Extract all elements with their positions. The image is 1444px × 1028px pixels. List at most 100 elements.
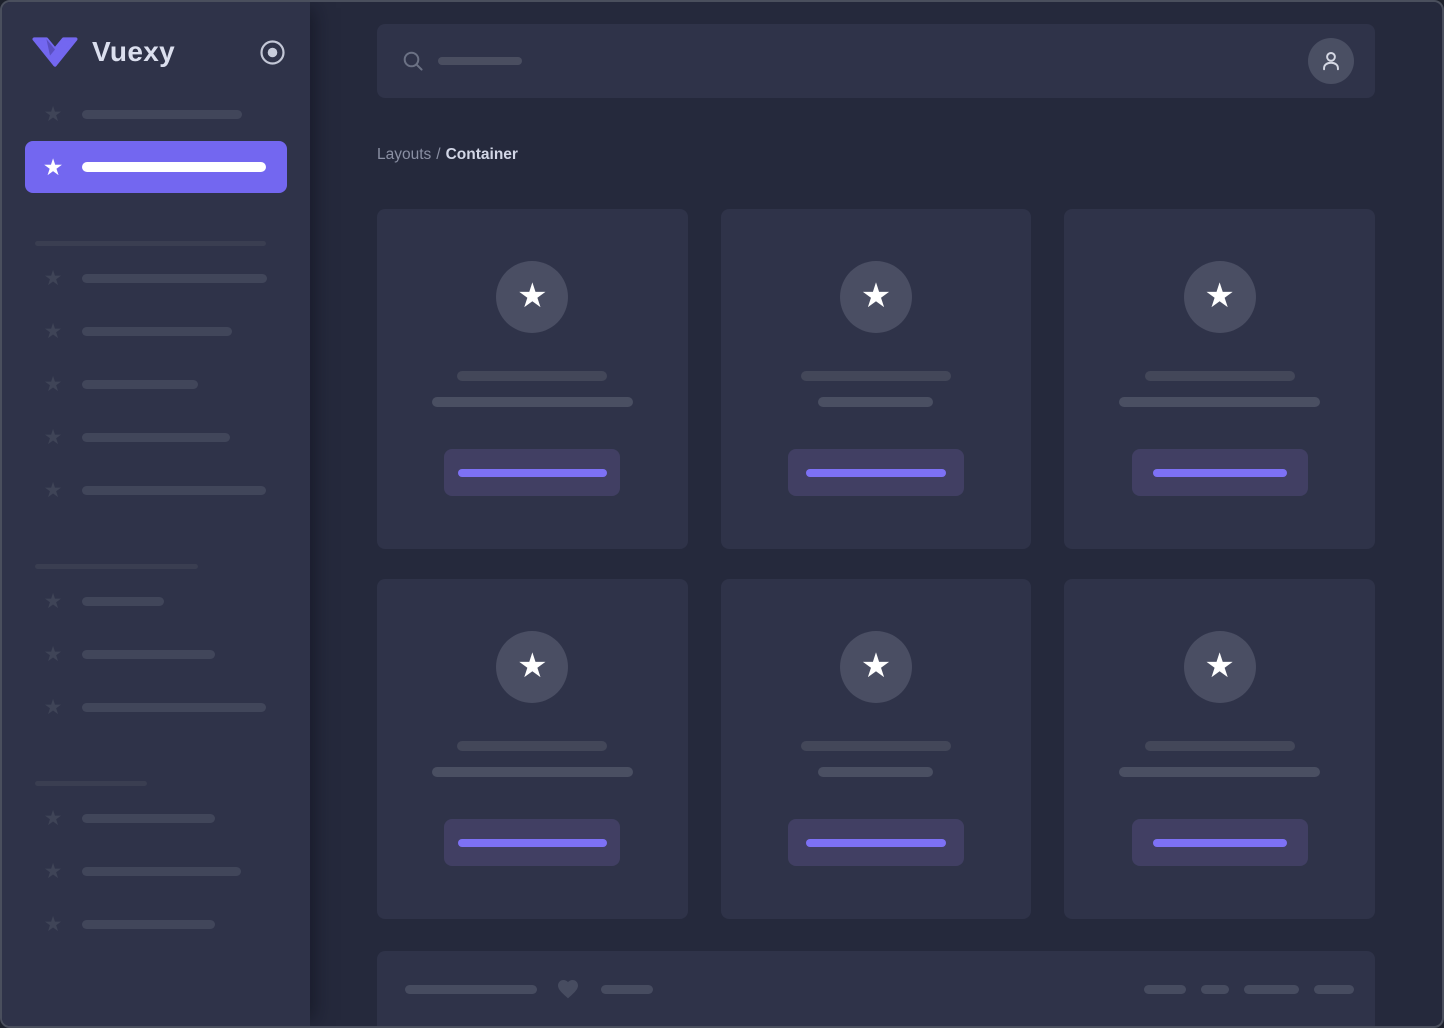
menu-label-skeleton xyxy=(82,866,241,876)
menu-label-skeleton xyxy=(82,109,242,119)
content-card: ★ xyxy=(720,209,1032,549)
card-subtitle-skeleton xyxy=(1119,397,1321,407)
card-title-skeleton xyxy=(1144,371,1295,381)
star-icon: ★ xyxy=(43,589,63,613)
content-card: ★ xyxy=(377,209,688,549)
sidebar-item[interactable]: ★ xyxy=(25,411,287,463)
menu-label-skeleton xyxy=(82,162,266,172)
sidebar-item[interactable]: ★ xyxy=(25,305,287,357)
search-placeholder-skeleton xyxy=(438,57,522,65)
card-avatar: ★ xyxy=(496,631,569,703)
brand-title: Vuexy xyxy=(92,36,175,67)
breadcrumb: Layouts / Container xyxy=(377,146,1375,164)
sidebar-item[interactable]: ★ xyxy=(25,252,287,304)
breadcrumb-separator: / xyxy=(436,146,441,163)
card-title-skeleton xyxy=(457,371,608,381)
footer-text-skeleton xyxy=(405,984,537,994)
vuexy-logo-icon xyxy=(32,37,78,67)
menu-label-skeleton xyxy=(82,485,266,495)
sidebar: Vuexy ★ ★ ★ ★ ★ ★ ★ ★ ★ ★ ★ ★ ★ xyxy=(2,2,310,1026)
sidebar-item[interactable]: ★ xyxy=(25,575,287,627)
sidebar-item-active[interactable]: ★ xyxy=(25,141,287,193)
star-icon: ★ xyxy=(43,425,63,449)
breadcrumb-current: Container xyxy=(445,146,518,163)
button-label-skeleton xyxy=(805,468,946,477)
menu-label-skeleton xyxy=(82,379,198,389)
footer-text-skeleton xyxy=(601,984,653,994)
card-button-skeleton[interactable] xyxy=(444,449,621,496)
star-icon: ★ xyxy=(43,642,63,666)
star-icon: ★ xyxy=(860,646,892,685)
sidebar-item[interactable]: ★ xyxy=(25,898,287,950)
button-label-skeleton xyxy=(1152,468,1287,477)
menu-label-skeleton xyxy=(82,273,267,283)
card-title-skeleton xyxy=(457,741,608,751)
menu-label-skeleton xyxy=(82,649,215,659)
star-icon: ★ xyxy=(1204,646,1235,685)
button-label-skeleton xyxy=(457,468,607,477)
star-icon: ★ xyxy=(43,806,63,830)
person-icon xyxy=(1318,48,1344,74)
star-icon: ★ xyxy=(517,646,548,685)
footer-link-skeleton xyxy=(1314,984,1354,994)
sidebar-item[interactable]: ★ xyxy=(25,464,287,516)
card-avatar: ★ xyxy=(1183,631,1256,703)
card-button-skeleton[interactable] xyxy=(1131,449,1308,496)
star-icon: ★ xyxy=(43,266,63,290)
button-label-skeleton xyxy=(1152,838,1287,847)
card-avatar: ★ xyxy=(839,631,912,703)
star-icon: ★ xyxy=(43,478,63,502)
breadcrumb-link-layouts[interactable]: Layouts xyxy=(377,146,431,163)
footer-link-skeleton xyxy=(1201,984,1229,994)
sidebar-item[interactable]: ★ xyxy=(25,845,287,897)
content-card: ★ xyxy=(1064,209,1375,549)
card-subtitle-skeleton xyxy=(431,767,633,777)
star-icon: ★ xyxy=(43,859,63,883)
footer-link-skeleton xyxy=(1144,984,1186,994)
card-subtitle-skeleton xyxy=(818,767,934,777)
card-subtitle-skeleton xyxy=(431,397,633,407)
button-label-skeleton xyxy=(457,838,607,847)
main-content: Layouts / Container ★ ★ ★ ★ ★ ★ xyxy=(310,2,1442,1026)
sidebar-header: Vuexy xyxy=(2,2,310,68)
menu-label-skeleton xyxy=(82,813,215,823)
card-avatar: ★ xyxy=(1183,261,1256,333)
star-icon: ★ xyxy=(43,102,63,126)
star-icon: ★ xyxy=(1204,276,1235,315)
star-icon: ★ xyxy=(43,912,63,936)
sidebar-item[interactable]: ★ xyxy=(25,628,287,680)
card-button-skeleton[interactable] xyxy=(444,819,621,866)
card-avatar: ★ xyxy=(496,261,569,333)
content-card: ★ xyxy=(377,579,688,919)
sidebar-item[interactable]: ★ xyxy=(25,88,287,140)
card-subtitle-skeleton xyxy=(1119,767,1321,777)
card-button-skeleton[interactable] xyxy=(1131,819,1308,866)
sidebar-section-divider xyxy=(35,564,198,569)
card-button-skeleton[interactable] xyxy=(787,449,964,496)
star-icon: ★ xyxy=(43,319,63,343)
card-title-skeleton xyxy=(800,741,951,751)
card-avatar: ★ xyxy=(839,261,912,333)
menu-label-skeleton xyxy=(82,702,266,712)
menu-label-skeleton xyxy=(82,432,230,442)
menu-label-skeleton xyxy=(82,326,232,336)
star-icon: ★ xyxy=(860,276,892,315)
star-icon: ★ xyxy=(517,276,548,315)
sidebar-section-divider xyxy=(35,781,147,786)
star-icon: ★ xyxy=(43,372,63,396)
menu-pin-toggle-icon[interactable] xyxy=(259,39,286,66)
sidebar-item[interactable]: ★ xyxy=(25,792,287,844)
card-button-skeleton[interactable] xyxy=(787,819,964,866)
sidebar-section-divider xyxy=(35,241,266,246)
global-search-input[interactable] xyxy=(377,24,1375,98)
card-title-skeleton xyxy=(800,371,951,381)
card-title-skeleton xyxy=(1144,741,1295,751)
page-footer xyxy=(377,951,1375,1026)
sidebar-item[interactable]: ★ xyxy=(25,358,287,410)
sidebar-item[interactable]: ★ xyxy=(25,681,287,733)
card-subtitle-skeleton xyxy=(818,397,934,407)
button-label-skeleton xyxy=(805,838,946,847)
heart-icon xyxy=(555,977,581,1001)
user-avatar-button[interactable] xyxy=(1308,38,1354,84)
cards-grid: ★ ★ ★ ★ ★ ★ xyxy=(377,209,1375,919)
